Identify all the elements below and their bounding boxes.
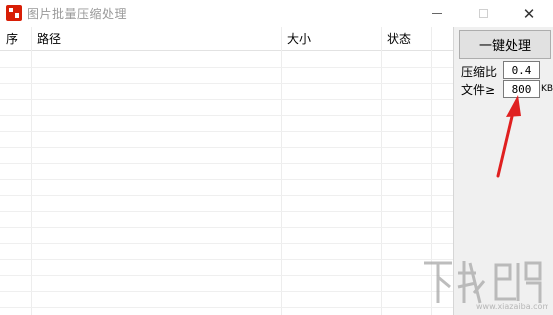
column-divider bbox=[31, 27, 32, 315]
column-divider bbox=[431, 27, 432, 315]
column-header-status[interactable]: 状态 bbox=[381, 27, 411, 51]
column-divider bbox=[381, 27, 382, 315]
window-title: 图片批量压缩处理 bbox=[27, 7, 128, 21]
maximize-button[interactable] bbox=[460, 0, 506, 27]
row-divider bbox=[0, 163, 453, 164]
row-divider bbox=[0, 227, 453, 228]
row-divider bbox=[0, 291, 453, 292]
row-divider bbox=[0, 99, 453, 100]
maximize-icon bbox=[478, 9, 488, 18]
app-logo-icon bbox=[6, 5, 22, 21]
title-bar: 图片批量压缩处理 ✕ bbox=[0, 0, 553, 27]
row-divider bbox=[0, 115, 453, 116]
app-window: 图片批量压缩处理 ✕ 序 路径 大小 状态 一键处理 压缩比 0.4 文件≥ 8… bbox=[0, 0, 553, 315]
control-panel: 一键处理 压缩比 0.4 文件≥ 800 KB bbox=[453, 27, 553, 315]
minimize-button[interactable] bbox=[414, 0, 460, 27]
row-divider bbox=[0, 259, 453, 260]
process-all-button[interactable]: 一键处理 bbox=[459, 30, 551, 59]
row-divider bbox=[0, 67, 453, 68]
row-divider bbox=[0, 307, 453, 308]
row-divider bbox=[0, 211, 453, 212]
minimize-icon bbox=[432, 13, 442, 14]
row-divider bbox=[0, 275, 453, 276]
column-divider bbox=[281, 27, 282, 315]
file-size-threshold-input[interactable]: 800 bbox=[503, 80, 540, 98]
row-divider bbox=[0, 195, 453, 196]
compression-ratio-input[interactable]: 0.4 bbox=[503, 61, 540, 79]
compression-ratio-label: 压缩比 bbox=[461, 65, 498, 79]
file-size-threshold-label: 文件≥ bbox=[461, 83, 496, 97]
row-divider bbox=[0, 179, 453, 180]
column-header-size[interactable]: 大小 bbox=[281, 27, 311, 51]
row-divider bbox=[0, 243, 453, 244]
close-icon: ✕ bbox=[522, 4, 536, 23]
row-divider bbox=[0, 147, 453, 148]
row-divider bbox=[0, 131, 453, 132]
table-header: 序 路径 大小 状态 bbox=[0, 27, 453, 51]
file-list-table[interactable]: 序 路径 大小 状态 bbox=[0, 27, 453, 315]
column-header-path[interactable]: 路径 bbox=[31, 27, 61, 51]
column-header-index[interactable]: 序 bbox=[0, 27, 18, 51]
file-size-unit: KB bbox=[541, 84, 553, 94]
row-divider bbox=[0, 83, 453, 84]
close-button[interactable]: ✕ bbox=[506, 0, 552, 27]
